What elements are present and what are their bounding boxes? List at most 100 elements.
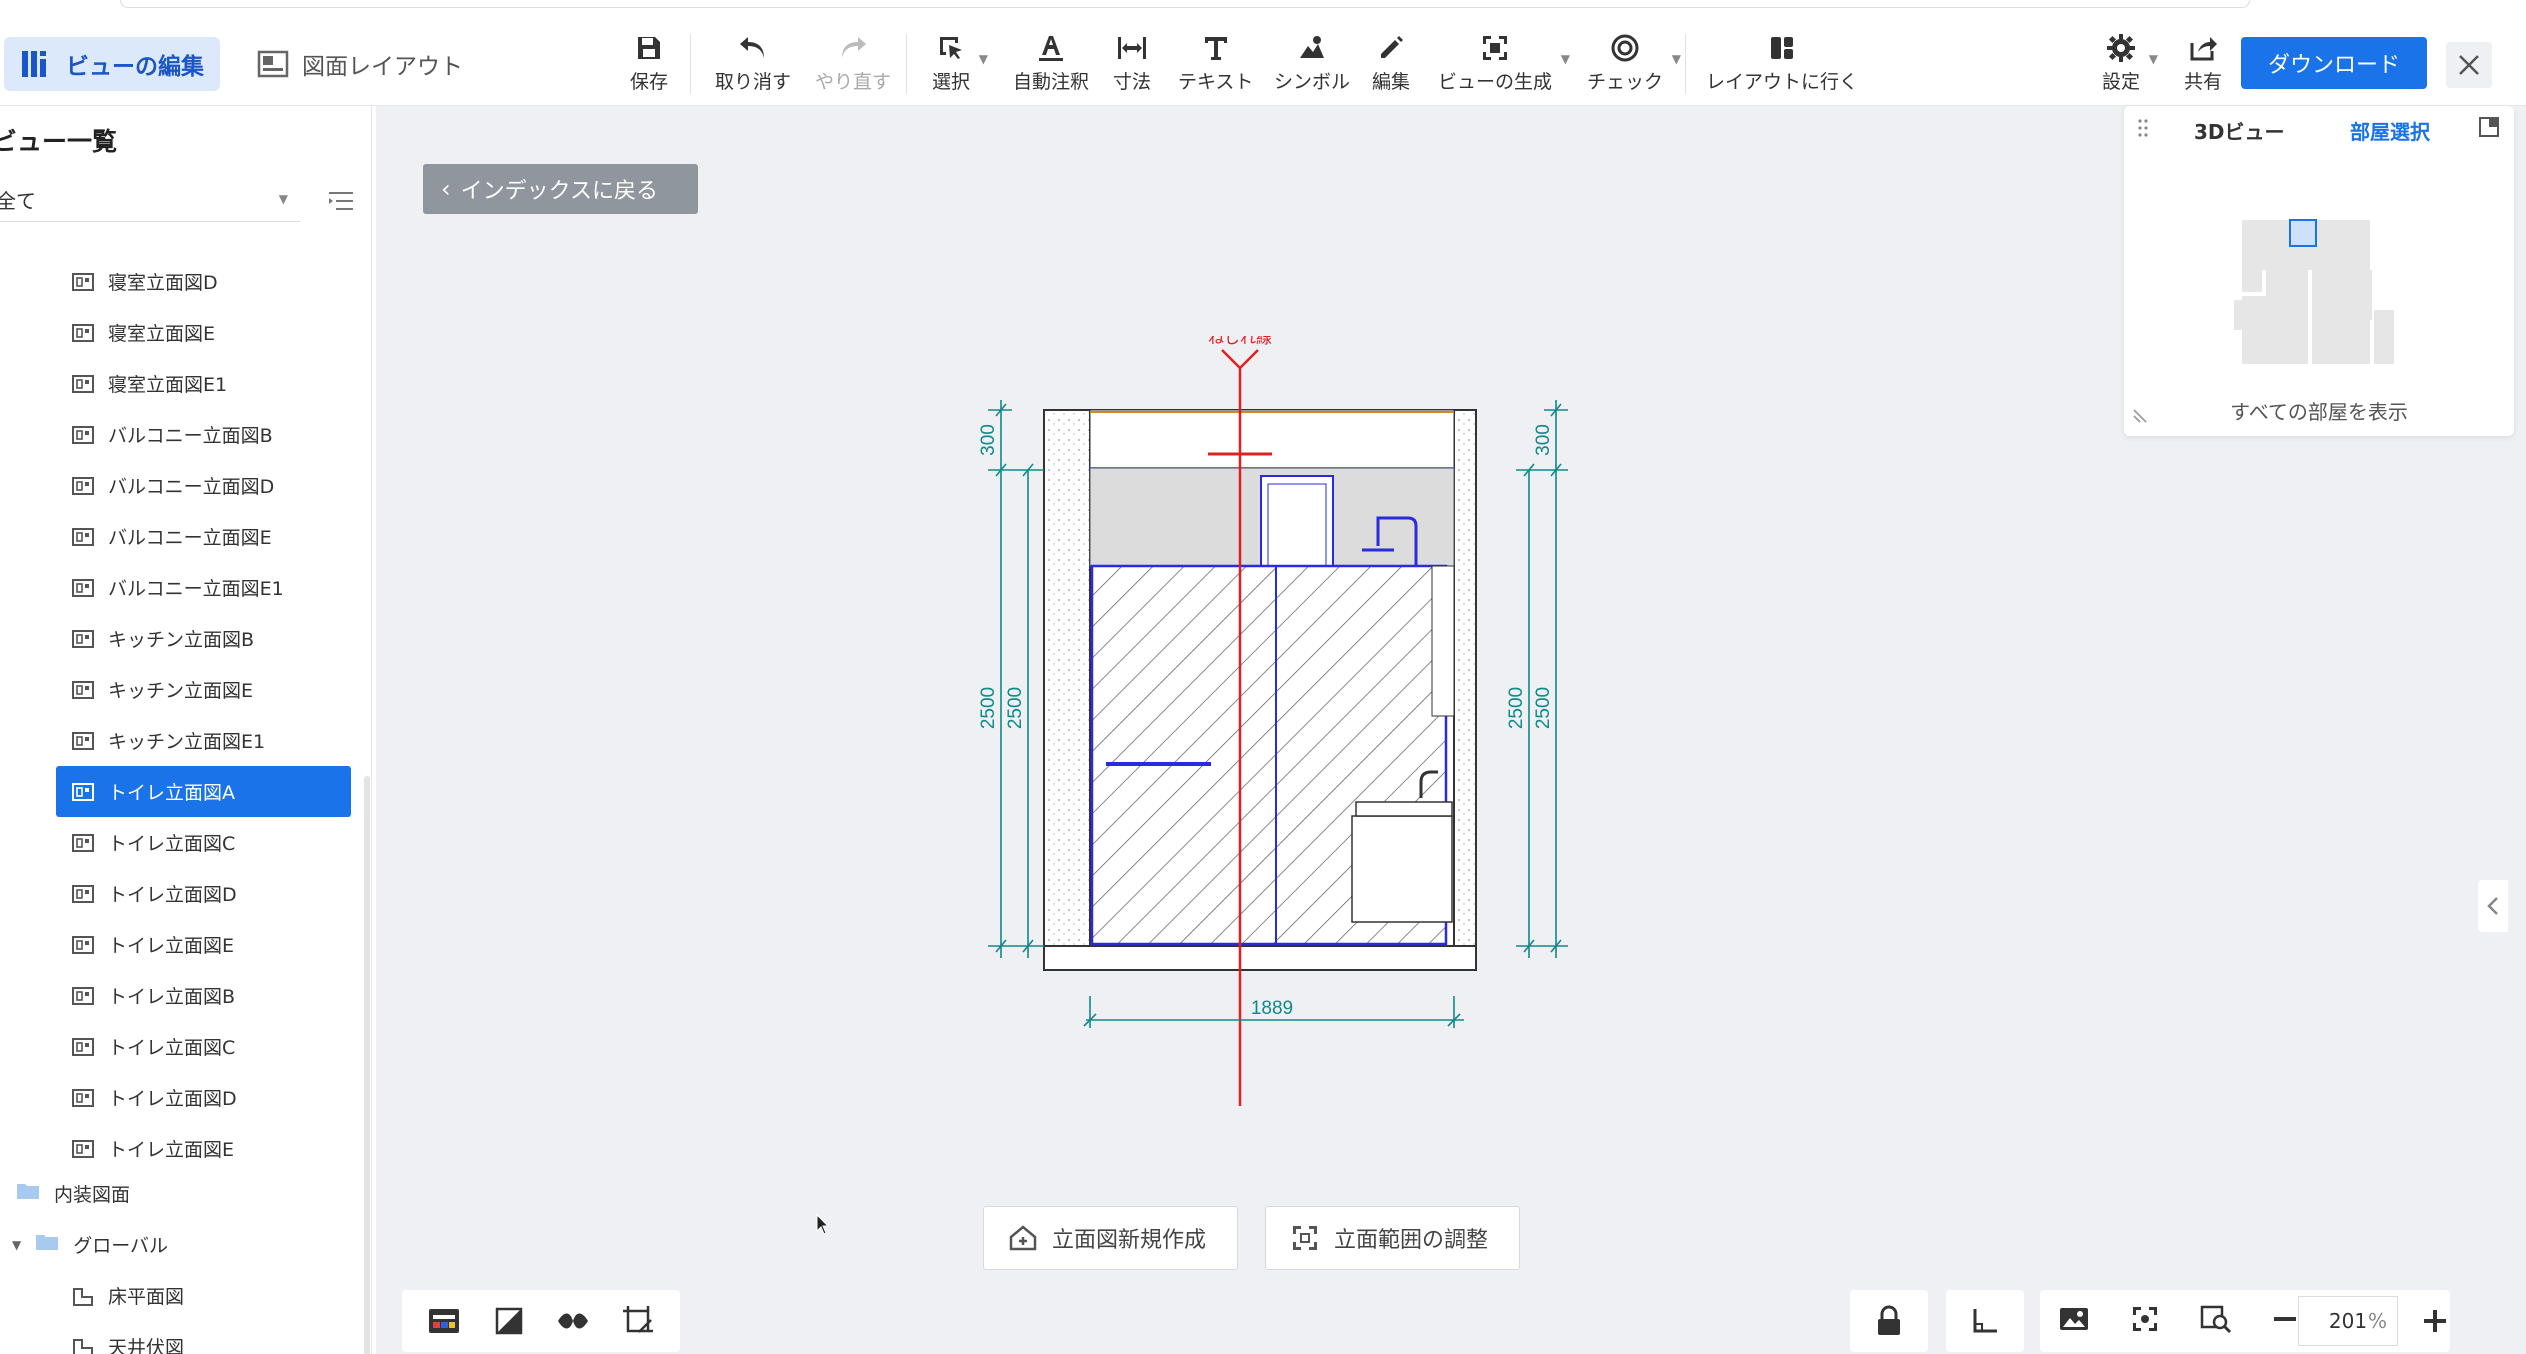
elevation-view-icon bbox=[72, 476, 94, 495]
sidebar-item-elevation[interactable]: トイレ立面図D bbox=[56, 1072, 351, 1123]
sidebar-item-label: 寝室立面図D bbox=[108, 272, 218, 294]
sidebar-item-elevation[interactable]: キッチン立面図E1 bbox=[56, 715, 351, 766]
sidebar-item-elevation[interactable]: トイレ立面図E bbox=[56, 919, 351, 970]
folder-interior[interactable]: 内装図面 bbox=[0, 1168, 360, 1219]
chevron-left-icon: ‹ bbox=[441, 175, 451, 203]
zoom-unit: % bbox=[2367, 1309, 2387, 1333]
right-panel-toggle[interactable] bbox=[2478, 880, 2508, 932]
back-to-index-button[interactable]: ‹ インデックスに戻る bbox=[423, 164, 698, 214]
settings-caret-icon: ▼ bbox=[2148, 52, 2159, 66]
share-icon bbox=[2187, 32, 2219, 63]
sidebar-item-elevation[interactable]: 寝室立面図E bbox=[56, 307, 351, 358]
view-filter-select[interactable]: 全て ▼ bbox=[0, 178, 300, 222]
sidebar-item-elevation[interactable]: トイレ立面図E bbox=[56, 1123, 351, 1174]
fill-toggle-button[interactable] bbox=[489, 1301, 529, 1341]
sidebar-item-elevation[interactable]: バルコニー立面図D bbox=[56, 460, 351, 511]
dimension-label: 300 bbox=[978, 424, 999, 456]
folder-global[interactable]: ▼ グローバル bbox=[0, 1219, 360, 1270]
tab-3d-view[interactable]: 3Dビュー bbox=[2194, 116, 2285, 145]
zoom-input[interactable]: 201 % bbox=[2298, 1296, 2398, 1346]
sidebar-item-ceiling-plan[interactable]: 天井伏図 bbox=[56, 1321, 351, 1354]
zoom-in-button[interactable] bbox=[2410, 1290, 2460, 1352]
sidebar-item-elevation[interactable]: キッチン立面図B bbox=[56, 613, 351, 664]
save-button[interactable]: 保存 bbox=[630, 32, 668, 94]
sidebar-item-elevation[interactable]: トイレ立面図A bbox=[56, 766, 351, 817]
generate-view-caret-icon: ▼ bbox=[1560, 52, 1571, 66]
list-options-button[interactable] bbox=[326, 186, 356, 216]
go-layout-button[interactable]: レイアウトに行く bbox=[1706, 32, 1858, 94]
sidebar-item-elevation[interactable]: バルコニー立面図E bbox=[56, 511, 351, 562]
settings-button[interactable]: 設定 ▼ bbox=[2102, 32, 2158, 94]
text-icon bbox=[1200, 32, 1232, 63]
dimension-icon bbox=[1116, 32, 1148, 63]
house-plus-icon bbox=[1008, 1223, 1038, 1253]
toolbar-separator bbox=[690, 34, 691, 94]
sidebar-item-elevation[interactable]: トイレ立面図C bbox=[56, 817, 351, 868]
sidebar-item-label: バルコニー立面図E bbox=[108, 527, 272, 549]
top-toolbar: ビューの編集 図面レイアウト 保存 取り消す やり直す 選択 ▼ 自動注釈 寸法… bbox=[0, 0, 2526, 106]
share-button[interactable]: 共有 bbox=[2184, 32, 2222, 94]
left-dimension-lines bbox=[988, 400, 1044, 958]
sidebar-item-elevation[interactable]: トイレ立面図D bbox=[56, 868, 351, 919]
sidebar-item-elevation[interactable]: バルコニー立面図B bbox=[56, 409, 351, 460]
section-line-label: ねじれ線 bbox=[1208, 336, 1272, 347]
image-export-button[interactable] bbox=[2058, 1305, 2090, 1337]
sidebar-item-label: 寝室立面図E1 bbox=[108, 374, 228, 396]
elevation-drawing[interactable]: ねじれ線 300 2500 2500 300 2500 2500 1889 bbox=[916, 336, 2016, 1166]
auto-annotate-button[interactable]: 自動注釈 bbox=[1013, 32, 1089, 94]
dimension-button[interactable]: 寸法 bbox=[1113, 32, 1151, 94]
undo-label: 取り消す bbox=[715, 71, 792, 93]
redo-button[interactable]: やり直す bbox=[815, 32, 891, 94]
close-button[interactable] bbox=[2446, 42, 2492, 88]
axis-corner-icon bbox=[1973, 1309, 1997, 1333]
generate-view-icon bbox=[1479, 32, 1511, 63]
symbol-button[interactable]: シンボル bbox=[1274, 32, 1350, 94]
elevation-view-icon bbox=[72, 1088, 94, 1107]
toolbar-separator bbox=[906, 34, 907, 94]
sidebar-item-elevation[interactable]: バルコニー立面図E1 bbox=[56, 562, 351, 613]
sidebar-item-label: トイレ立面図E bbox=[108, 935, 235, 957]
new-elevation-button[interactable]: 立面図新規作成 bbox=[983, 1206, 1238, 1270]
elevation-view-icon bbox=[72, 833, 94, 852]
browser-address-strip bbox=[120, 0, 2250, 8]
adjust-range-button[interactable]: 立面範囲の調整 bbox=[1265, 1206, 1520, 1270]
check-button[interactable]: チェック ▼ bbox=[1587, 32, 1681, 94]
show-all-rooms-link[interactable]: すべての部屋を表示 bbox=[2124, 396, 2514, 425]
zoom-out-button[interactable] bbox=[2272, 1306, 2298, 1336]
zoom-area-button[interactable] bbox=[2200, 1304, 2232, 1338]
symbol-label: シンボル bbox=[1274, 71, 1351, 93]
tab-room-select[interactable]: 部屋選択 bbox=[2350, 116, 2430, 145]
elevation-view-icon bbox=[72, 1037, 94, 1056]
sidebar-item-elevation[interactable]: キッチン立面図E bbox=[56, 664, 351, 715]
download-button[interactable]: ダウンロード bbox=[2241, 37, 2427, 89]
sidebar-item-elevation[interactable]: トイレ立面図B bbox=[56, 970, 351, 1021]
elevation-view-icon bbox=[72, 782, 94, 801]
view-style-button[interactable] bbox=[424, 1301, 464, 1341]
text-button[interactable]: テキスト bbox=[1178, 32, 1253, 94]
sidebar-item-elevation[interactable]: 寝室立面図D bbox=[56, 256, 351, 307]
select-label: 選択 bbox=[932, 71, 971, 93]
symbol-toggle-button[interactable] bbox=[553, 1301, 593, 1341]
sidebar-item-elevation[interactable]: トイレ立面図C bbox=[56, 1021, 351, 1072]
dimension-label: 2500 bbox=[1533, 687, 1554, 729]
select-button[interactable]: 選択 ▼ bbox=[932, 32, 988, 94]
edit-button[interactable]: 編集 bbox=[1372, 32, 1410, 94]
sidebar-item-elevation[interactable]: 寝室立面図E1 bbox=[56, 358, 351, 409]
panel-collapse-button[interactable] bbox=[2478, 116, 2500, 142]
sidebar-scrollbar[interactable] bbox=[364, 776, 370, 1354]
floor-plan-icon bbox=[72, 1287, 94, 1306]
axis-button[interactable] bbox=[1946, 1290, 2024, 1352]
dimension-toggle-button[interactable] bbox=[618, 1301, 658, 1341]
lock-button[interactable] bbox=[1850, 1290, 1928, 1352]
drag-handle-icon[interactable] bbox=[2138, 118, 2148, 142]
tab-drawing-layout[interactable]: 図面レイアウト bbox=[240, 37, 479, 91]
zoom-value: 201 bbox=[2328, 1309, 2368, 1333]
floor-plan-minimap[interactable] bbox=[2234, 210, 2424, 370]
sidebar-title: ビュー一覧 bbox=[0, 127, 118, 156]
fit-view-button[interactable] bbox=[2130, 1304, 2160, 1338]
generate-view-button[interactable]: ビューの生成 ▼ bbox=[1438, 32, 1570, 94]
tab-edit-view[interactable]: ビューの編集 bbox=[4, 37, 220, 91]
sidebar-item-floor-plan[interactable]: 床平面図 bbox=[56, 1270, 351, 1321]
undo-button[interactable]: 取り消す bbox=[715, 32, 791, 94]
sidebar-item-label: トイレ立面図A bbox=[108, 782, 235, 804]
